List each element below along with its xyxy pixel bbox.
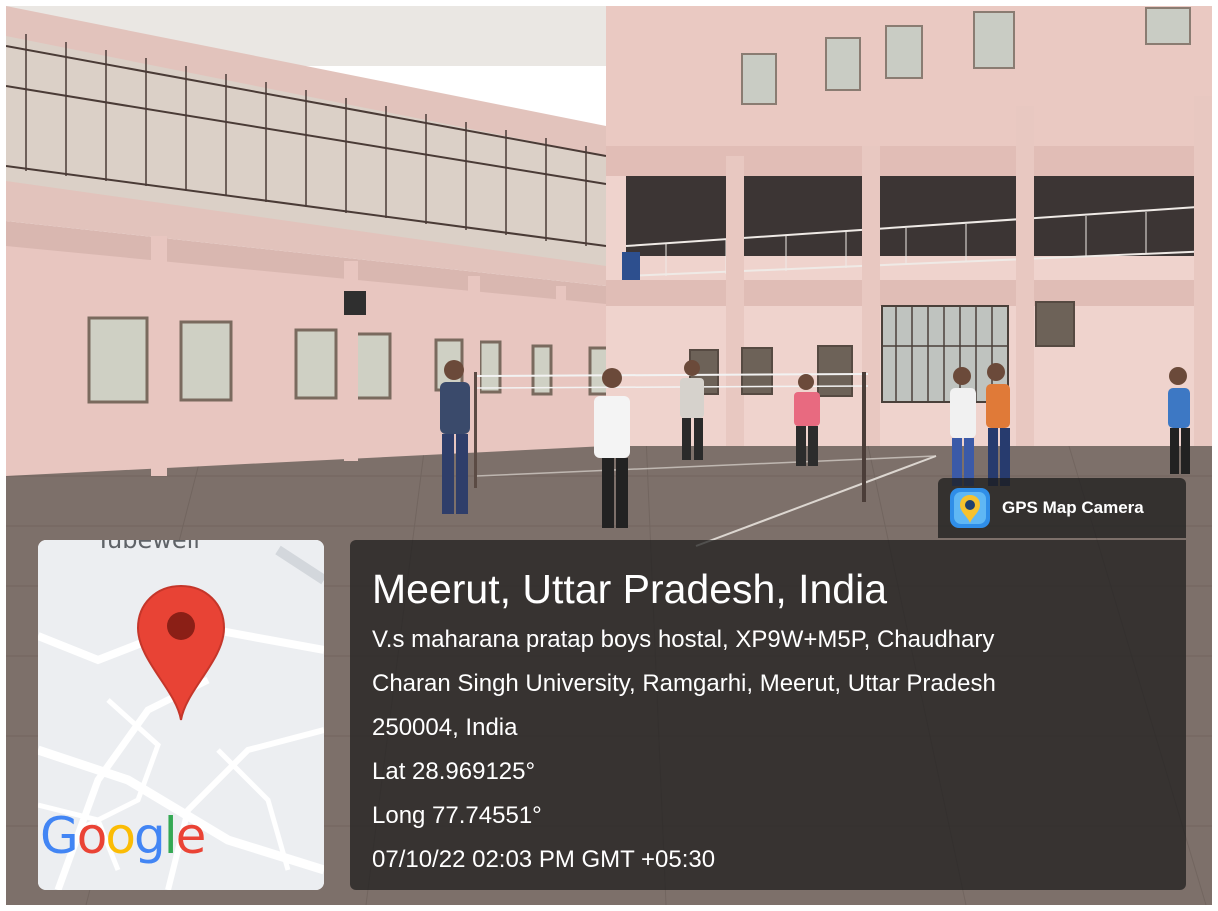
photo-frame: Tubewell Google GPS Map Camera Meerut, U… — [6, 6, 1212, 905]
datetime-text: 07/10/22 02:03 PM GMT +05:30 — [372, 846, 716, 873]
app-name-label: GPS Map Camera — [1002, 498, 1144, 517]
address-line-3: 250004, India — [372, 714, 518, 741]
latitude-text: Lat 28.969125° — [372, 758, 536, 785]
app-watermark-badge: GPS Map Camera — [938, 478, 1186, 538]
map-pin-icon — [136, 584, 226, 721]
location-info-panel: Meerut, Uttar Pradesh, India V.s maharan… — [350, 540, 1186, 890]
google-logo: Google — [40, 807, 206, 865]
map-thumbnail[interactable]: Tubewell Google — [38, 540, 324, 890]
map-place-label: Tubewell — [96, 540, 200, 554]
location-title: Meerut, Uttar Pradesh, India — [372, 566, 888, 612]
map-camera-icon — [950, 488, 990, 528]
longitude-text: Long 77.74551° — [372, 802, 542, 829]
address-line-1: V.s maharana pratap boys hostal, XP9W+M5… — [372, 626, 995, 653]
address-line-2: Charan Singh University, Ramgarhi, Meeru… — [372, 670, 996, 697]
